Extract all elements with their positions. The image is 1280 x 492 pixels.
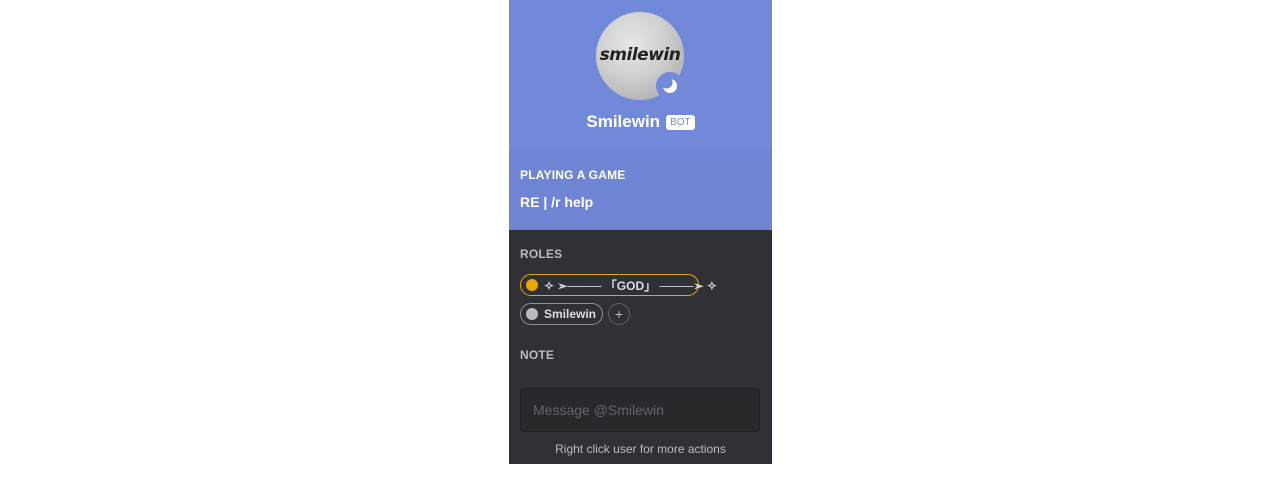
avatar-logo-text: smilewin: [599, 45, 681, 65]
role-color-dot[interactable]: [526, 279, 538, 291]
message-input[interactable]: [520, 388, 760, 432]
note-title: NOTE: [520, 348, 555, 362]
avatar-container[interactable]: smilewin: [596, 12, 684, 100]
role-color-dot[interactable]: [526, 308, 538, 320]
activity-section: PLAYING A GAME RE | /r help: [509, 150, 772, 230]
activity-header: PLAYING A GAME: [520, 168, 626, 182]
roles-title: ROLES: [520, 247, 563, 261]
footer-hint: Right click user for more actions: [555, 442, 726, 456]
status-indicator: [656, 72, 684, 100]
role-pill-smilewin[interactable]: Smilewin: [520, 303, 603, 325]
moon-idle-icon: [662, 78, 678, 94]
role-pill-god[interactable]: ✧ ➣──── 「GOD」 ────➢ ✧: [520, 274, 717, 296]
role-label: ✧ ➣──── 「GOD」 ────➢ ✧: [544, 278, 717, 293]
add-role-button[interactable]: +: [608, 303, 630, 325]
username: Smilewin: [586, 112, 661, 131]
user-profile-popout: smilewin Smilewin BOT PLAYING A GAME RE …: [509, 0, 772, 464]
role-label: Smilewin: [544, 307, 597, 321]
bot-tag: BOT: [666, 115, 695, 130]
activity-name: RE | /r help: [520, 194, 594, 210]
name-row: Smilewin BOT: [509, 112, 772, 132]
profile-header: smilewin Smilewin BOT: [509, 0, 772, 150]
